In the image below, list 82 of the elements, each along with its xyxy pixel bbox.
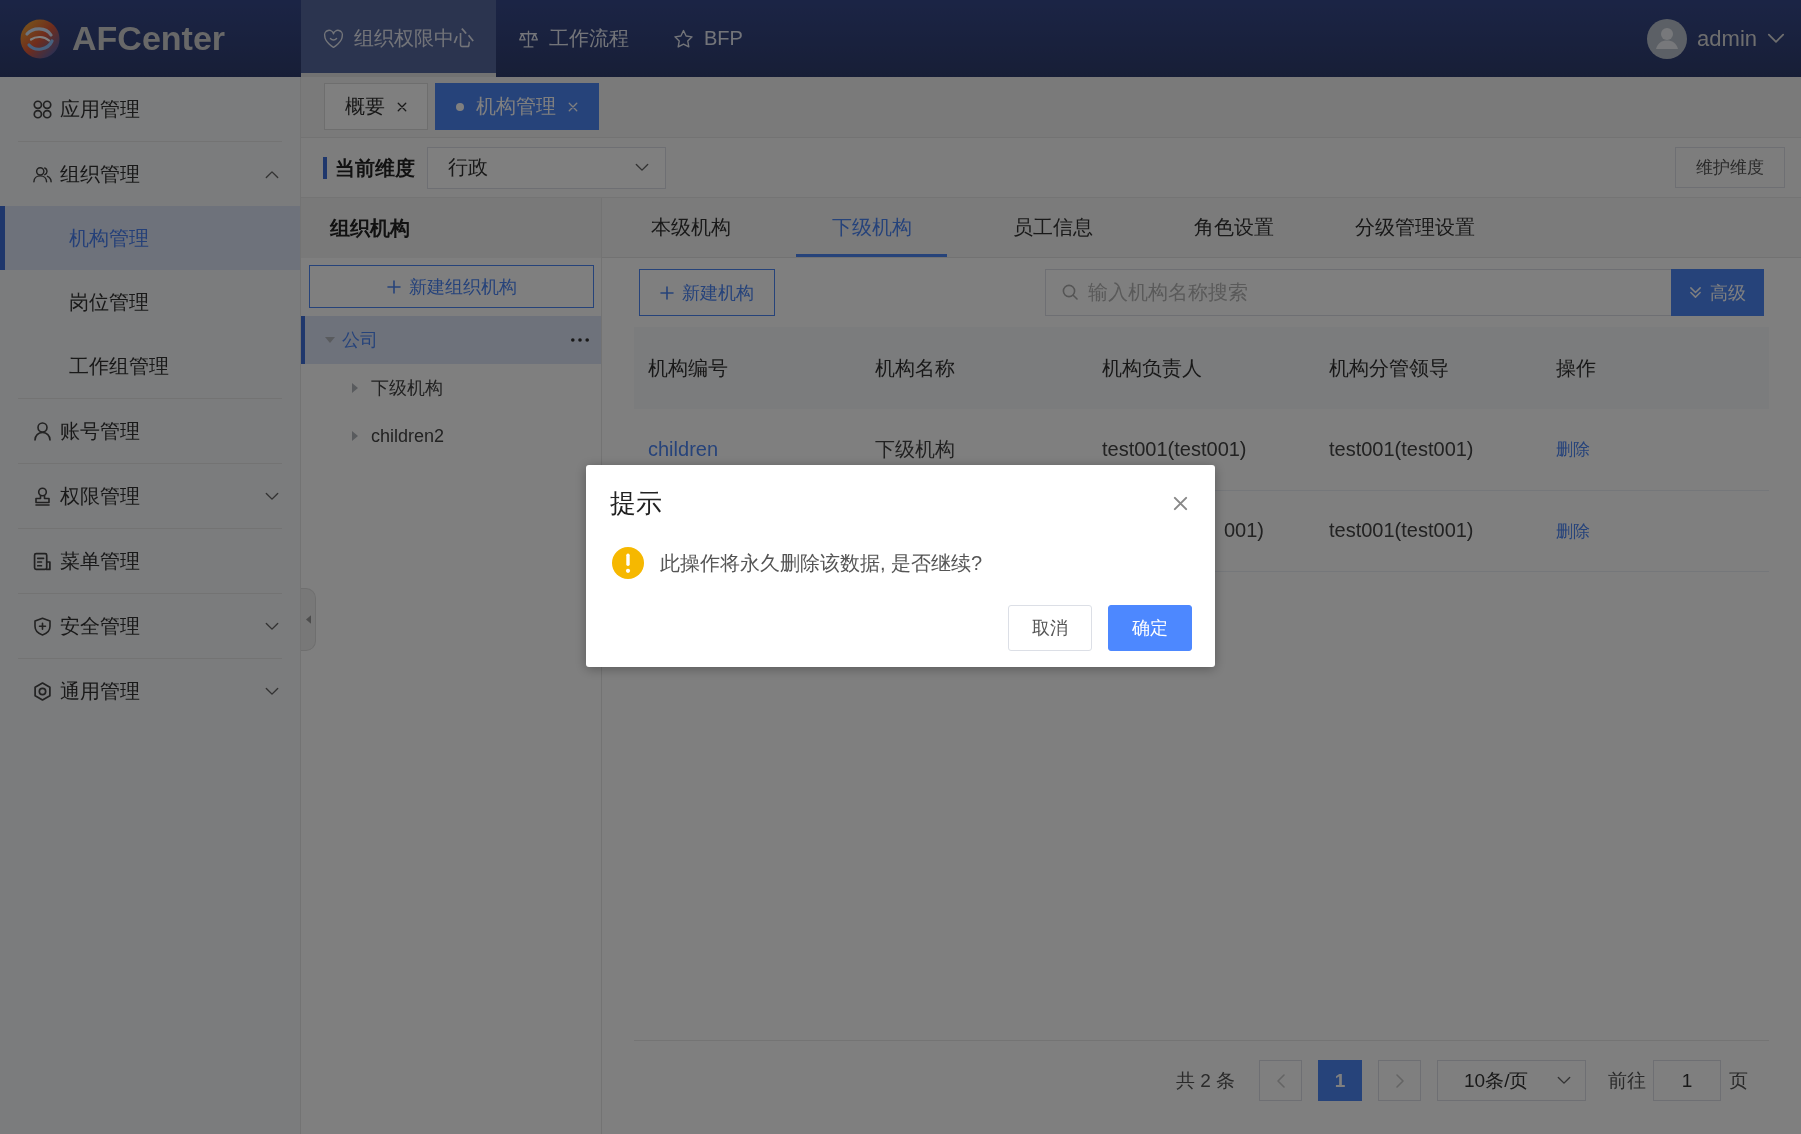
tree-node[interactable]: children2 <box>301 412 601 460</box>
panel-title: 组织机构 <box>301 198 601 258</box>
dialog-message: 此操作将永久删除该数据, 是否继续? <box>660 550 983 576</box>
nav-item[interactable]: BFP <box>651 0 765 77</box>
maintain-button[interactable]: 维护维度 <box>1675 147 1785 188</box>
close-icon[interactable] <box>397 101 407 112</box>
plus-icon <box>386 279 401 294</box>
leader-name: test001(test001) <box>1102 437 1247 460</box>
sidebar-item[interactable]: 通用管理 <box>0 659 300 723</box>
caret-left-icon <box>305 615 311 624</box>
delete-link[interactable]: 删除 <box>1556 521 1590 541</box>
delete-link[interactable]: 删除 <box>1556 440 1590 460</box>
nav-item[interactable]: 工作流程 <box>496 0 651 77</box>
dialog-title: 提示 <box>610 486 662 520</box>
cancel-button[interactable]: 取消 <box>1008 605 1092 651</box>
sidebar-item[interactable]: 岗位管理 <box>0 270 300 334</box>
tab[interactable]: 下级机构 <box>796 198 947 257</box>
user-menu[interactable]: admin <box>1647 18 1801 59</box>
add-org-button[interactable]: 新建组织机构 <box>309 265 594 308</box>
sidebar-item[interactable]: 账号管理 <box>0 399 300 463</box>
chevron-down-icon <box>1557 1076 1571 1085</box>
sidebar-item[interactable]: 权限管理 <box>0 464 300 528</box>
search-icon <box>1062 284 1078 300</box>
chevron-down-icon <box>635 163 649 172</box>
page-size-select[interactable]: 10条/页 <box>1437 1060 1586 1101</box>
user-icon <box>33 421 52 441</box>
org-name: 下级机构 <box>875 437 955 460</box>
page-tab[interactable]: 概要 <box>324 83 428 130</box>
users-icon <box>33 164 52 184</box>
grid-icon <box>33 99 52 119</box>
tree-node[interactable]: 下级机构 <box>301 364 601 412</box>
scale-icon <box>518 28 539 49</box>
dot-icon <box>456 102 464 111</box>
settings-icon <box>33 681 52 701</box>
tab[interactable]: 员工信息 <box>977 198 1128 257</box>
column-header: 机构编号 <box>634 327 861 409</box>
logo-icon <box>20 18 60 59</box>
column-header: 机构名称 <box>861 327 1088 409</box>
plus-icon <box>660 285 674 300</box>
advanced-button[interactable]: 高级 <box>1671 269 1764 316</box>
page-button[interactable]: 1 <box>1318 1060 1362 1101</box>
double-chevron-down-icon <box>1689 286 1702 299</box>
page-tab[interactable]: 机构管理 <box>435 83 599 130</box>
sidebar-item[interactable]: 应用管理 <box>0 77 300 141</box>
avatar-icon <box>1647 18 1688 59</box>
dimension-select[interactable]: 行政 <box>427 146 666 189</box>
column-header: 机构负责人 <box>1088 327 1315 409</box>
sidebar-item[interactable]: 菜单管理 <box>0 529 300 593</box>
chevron-right-icon <box>1395 1073 1404 1088</box>
more-icon[interactable] <box>571 338 589 342</box>
chevron-left-icon <box>1276 1073 1285 1088</box>
tab[interactable]: 角色设置 <box>1158 198 1309 257</box>
supervisor-name: test001(test001) <box>1329 519 1474 541</box>
page-suffix: 页 <box>1729 1068 1748 1093</box>
star-icon <box>673 28 694 49</box>
org-code-link[interactable]: children <box>648 437 719 460</box>
sidebar-item[interactable]: 安全管理 <box>0 594 300 658</box>
page-input[interactable]: 1 <box>1653 1060 1721 1101</box>
stamp-icon <box>33 486 52 506</box>
column-header: 机构分管领导 <box>1315 327 1542 409</box>
heart-icon <box>323 28 344 49</box>
document-icon <box>33 551 52 571</box>
collapse-handle[interactable] <box>301 588 316 651</box>
chevron-down-icon <box>1767 33 1785 44</box>
tab[interactable]: 分级管理设置 <box>1339 198 1490 257</box>
confirm-button[interactable]: 确定 <box>1108 605 1192 651</box>
tab[interactable]: 本级机构 <box>615 198 766 257</box>
column-header: 操作 <box>1542 327 1769 409</box>
total-count: 共 2 条 <box>1175 1068 1235 1093</box>
warning-icon <box>612 547 644 579</box>
nav-item[interactable]: 组织权限中心 <box>301 0 496 77</box>
sidebar-item[interactable]: 工作组管理 <box>0 334 300 398</box>
shield-icon <box>33 616 52 636</box>
new-org-button[interactable]: 新建机构 <box>639 269 775 316</box>
sidebar-item[interactable]: 机构管理 <box>0 206 300 270</box>
sidebar-item[interactable]: 组织管理 <box>0 142 300 206</box>
goto-label: 前往 <box>1608 1068 1646 1093</box>
close-icon[interactable] <box>1173 495 1188 511</box>
app-name: AFCenter <box>72 19 226 58</box>
leader-name: 001) <box>1224 519 1265 542</box>
dimension-label: 当前维度 <box>323 156 415 179</box>
supervisor-name: test001(test001) <box>1329 437 1474 460</box>
